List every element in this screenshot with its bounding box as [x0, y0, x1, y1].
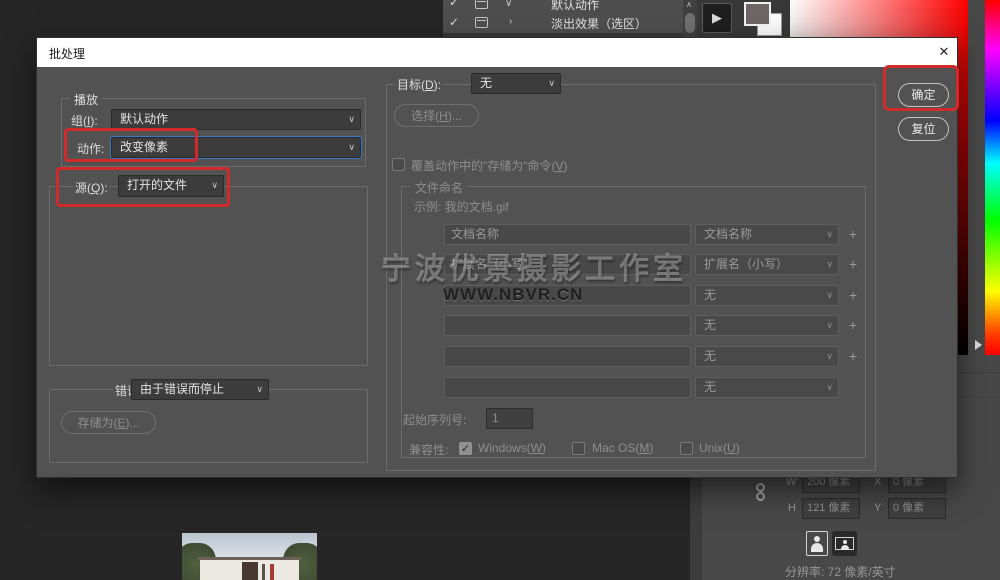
- link-dimensions-icon[interactable]: [756, 492, 765, 501]
- macos-label: Mac OS(M): [592, 441, 653, 455]
- set-select[interactable]: 默认动作 ∨: [111, 109, 361, 130]
- action-name[interactable]: 淡出效果（选区）: [551, 15, 647, 32]
- play-group-label: 播放: [70, 91, 102, 108]
- source-group-box: [49, 186, 368, 366]
- landscape-orientation-button[interactable]: [832, 531, 857, 556]
- naming-select-2[interactable]: 扩展名（小写）∨: [695, 254, 839, 275]
- action-row-default-actions[interactable]: ✓ ∨ 默认动作: [443, 0, 683, 12]
- override-save-as-label: 覆盖动作中的"存储为"命令(V): [411, 157, 568, 174]
- transform-panel: W 200 像素 X 0 像素 H 121 像素 Y 0 像素 分辨率: 72 …: [690, 460, 1000, 580]
- unix-label: Unix(U): [699, 441, 740, 455]
- unix-checkbox[interactable]: [680, 442, 693, 455]
- naming-select-4[interactable]: 无∨: [695, 315, 839, 336]
- naming-text-input-5[interactable]: [444, 346, 691, 367]
- action-row-fade-effect[interactable]: ✓ › 淡出效果（选区）: [443, 12, 683, 33]
- naming-select-5[interactable]: 无∨: [695, 346, 839, 367]
- chevron-down-icon: ∨: [826, 259, 833, 269]
- save-as-button[interactable]: 存储为(E)...: [61, 411, 156, 434]
- add-row-icon[interactable]: +: [849, 226, 857, 242]
- chevron-down-icon: ∨: [826, 382, 833, 392]
- annotation-box-action: [64, 128, 198, 162]
- check-icon: ✓: [461, 443, 470, 455]
- dialog-titlebar[interactable]: 批处理 ✕: [37, 38, 957, 67]
- error-select[interactable]: 由于错误而停止 ∨: [131, 379, 269, 400]
- close-icon[interactable]: ✕: [935, 44, 953, 60]
- person-icon: [814, 536, 820, 542]
- naming-select-3[interactable]: 无∨: [695, 285, 839, 306]
- actions-panel: ✓ ∨ 默认动作 ✓ › 淡出效果（选区）: [443, 0, 697, 37]
- dialog-toggle-icon[interactable]: [475, 17, 488, 28]
- naming-select-1[interactable]: 文档名称∨: [695, 224, 839, 245]
- portrait-orientation-button[interactable]: [806, 531, 828, 556]
- watermark-studio-name: 宁波优景摄影工作室: [381, 244, 687, 288]
- hue-slider[interactable]: [985, 0, 1000, 355]
- house-accent: [262, 564, 265, 580]
- annotation-box-source: [56, 167, 230, 207]
- file-naming-label: 文件命名: [411, 179, 467, 196]
- chevron-down-icon[interactable]: ∨: [505, 0, 512, 9]
- serial-number-input[interactable]: 1: [486, 408, 533, 429]
- naming-select-6[interactable]: 无∨: [695, 377, 839, 398]
- actions-scrollbar[interactable]: ∧: [683, 0, 697, 37]
- compatibility-label: 兼容性:: [409, 441, 448, 458]
- macos-checkbox[interactable]: [572, 442, 585, 455]
- error-select-value: 由于错误而停止: [140, 382, 224, 396]
- hue-slider-indicator[interactable]: [975, 340, 982, 350]
- destination-label: 目标(D):: [395, 76, 443, 93]
- foreground-color-swatch[interactable]: [744, 2, 771, 26]
- house-accent-red: [270, 564, 274, 580]
- naming-text-input-4[interactable]: [444, 315, 691, 336]
- chevron-down-icon: ∨: [826, 229, 833, 239]
- y-field[interactable]: 0 像素: [888, 498, 946, 519]
- document-thumbnail-house: [182, 533, 317, 580]
- person-icon: [811, 543, 823, 552]
- chevron-down-icon: ∨: [256, 384, 263, 394]
- action-enabled-check-icon[interactable]: ✓: [449, 0, 459, 9]
- add-row-icon[interactable]: +: [849, 348, 857, 364]
- annotation-box-ok: [883, 65, 959, 111]
- house-door: [242, 562, 258, 580]
- override-save-as-checkbox[interactable]: [392, 158, 405, 171]
- y-label: Y: [874, 502, 881, 514]
- chevron-right-icon[interactable]: ›: [509, 16, 512, 27]
- destination-select[interactable]: 无 ∨: [471, 73, 561, 94]
- tools-strip: ▶: [697, 0, 790, 37]
- scrollbar-thumb[interactable]: [685, 13, 695, 33]
- destination-select-value: 无: [480, 76, 492, 90]
- add-row-icon[interactable]: +: [849, 317, 857, 333]
- height-field[interactable]: 121 像素: [802, 498, 860, 519]
- windows-checkbox[interactable]: ✓: [459, 442, 472, 455]
- landscape-frame-icon: [835, 537, 854, 550]
- link-dimensions-icon[interactable]: [756, 483, 765, 492]
- naming-text-input-6[interactable]: [444, 377, 691, 398]
- height-label: H: [788, 502, 796, 514]
- set-label: 组(I):: [71, 112, 98, 129]
- dialog-toggle-icon[interactable]: [475, 0, 488, 9]
- chevron-down-icon: ∨: [348, 114, 355, 124]
- watermark-url: WWW.NBVR.CN: [443, 285, 583, 305]
- naming-text-input-1[interactable]: 文档名称: [444, 224, 691, 245]
- person-icon: [843, 540, 847, 544]
- windows-label: Windows(W): [478, 441, 546, 455]
- add-row-icon[interactable]: +: [849, 256, 857, 272]
- chevron-down-icon: ∨: [826, 290, 833, 300]
- chevron-down-icon: ∨: [826, 351, 833, 361]
- set-select-value: 默认动作: [120, 112, 168, 126]
- chevron-down-icon: ∨: [348, 142, 355, 152]
- dialog-title: 批处理: [49, 45, 85, 62]
- photoshop-screen: ✓ ∨ 默认动作 ✓ › 淡出效果（选区） ∧ ▶ W 200 像素 X 0 像…: [0, 0, 1000, 580]
- action-enabled-check-icon[interactable]: ✓: [449, 15, 459, 29]
- add-row-icon[interactable]: +: [849, 287, 857, 303]
- play-button[interactable]: ▶: [702, 3, 732, 33]
- person-icon: [841, 545, 849, 550]
- resolution-text: 分辨率: 72 像素/英寸: [785, 563, 896, 580]
- play-icon: ▶: [712, 10, 722, 25]
- scroll-up-icon[interactable]: ∧: [686, 0, 692, 9]
- choose-button[interactable]: 选择(H)...: [394, 104, 479, 127]
- serial-number-label: 起始序列号:: [403, 411, 466, 428]
- chevron-down-icon: ∨: [826, 320, 833, 330]
- reset-button[interactable]: 复位: [898, 117, 949, 141]
- file-naming-example: 示例: 我的文档.gif: [414, 198, 509, 215]
- chevron-down-icon: ∨: [548, 78, 555, 88]
